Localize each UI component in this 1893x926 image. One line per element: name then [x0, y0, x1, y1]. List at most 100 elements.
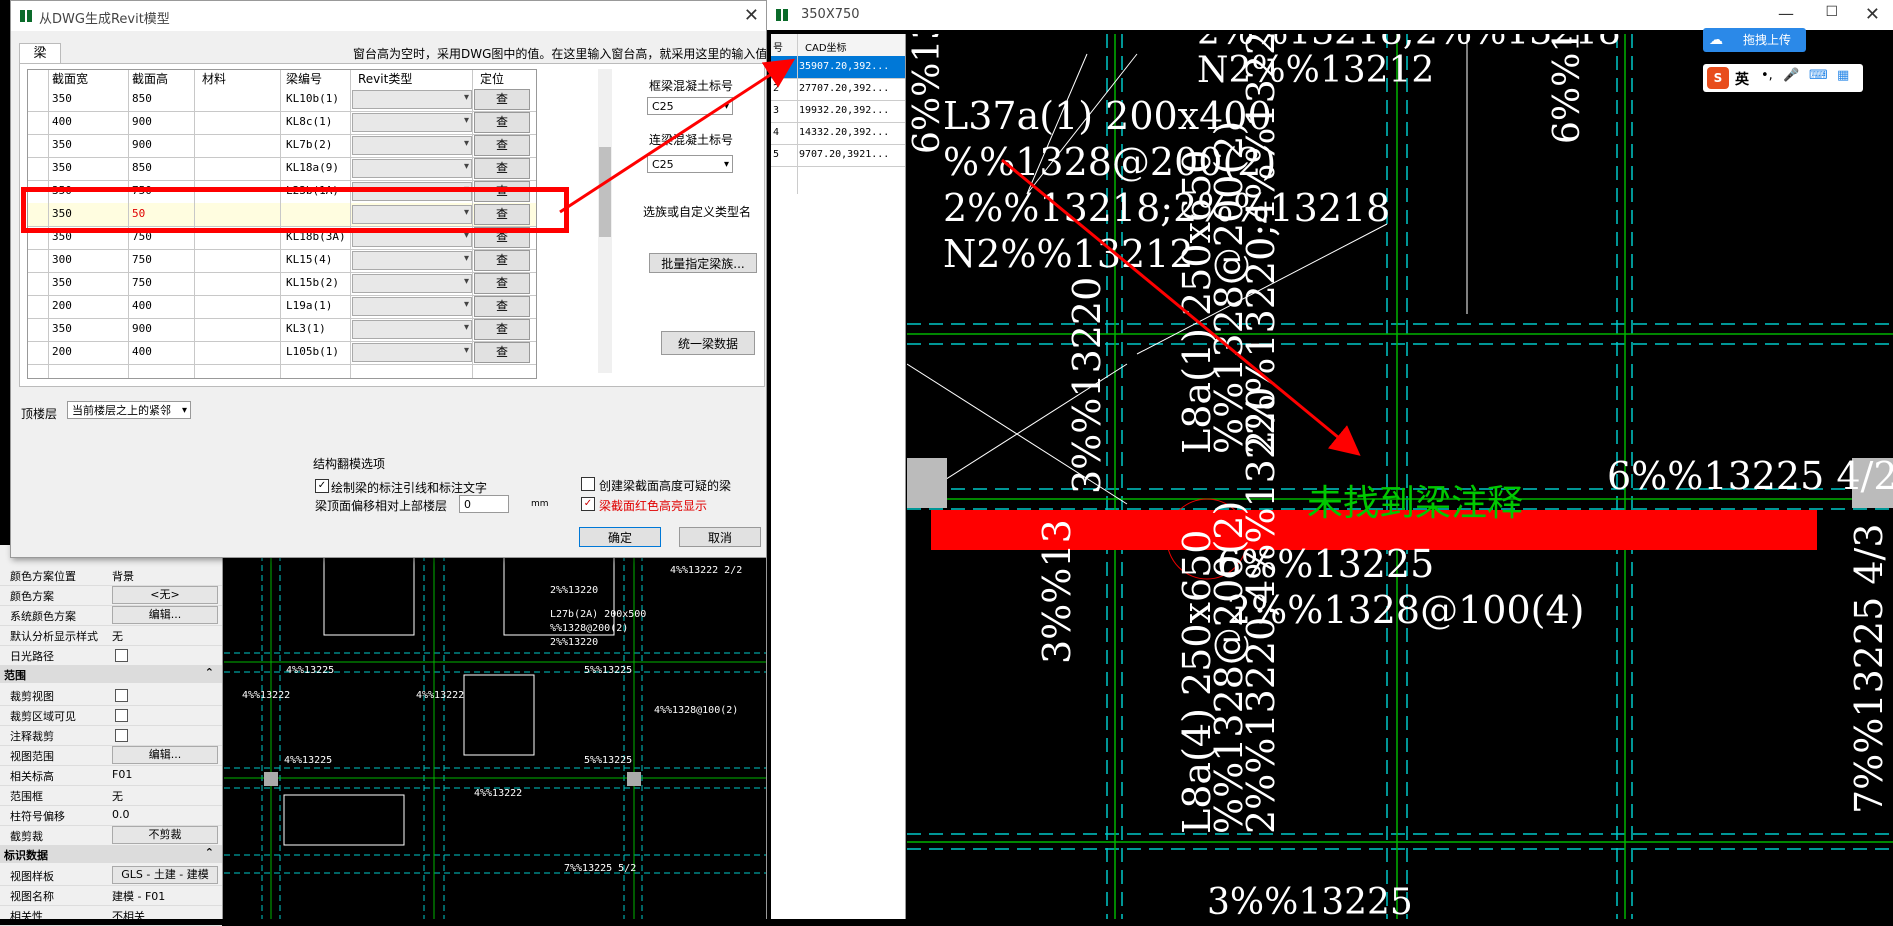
- revit-type-select[interactable]: ▾: [352, 251, 472, 270]
- cell-h[interactable]: 900: [132, 115, 152, 128]
- property-button[interactable]: <无>: [112, 586, 218, 604]
- cell-id[interactable]: KL8c(1): [286, 115, 332, 128]
- batch-assign-family-button[interactable]: 批量指定梁族...: [649, 253, 757, 273]
- property-checkbox[interactable]: [115, 709, 128, 722]
- property-row[interactable]: 相关性 不相关: [0, 905, 222, 926]
- property-row[interactable]: 注释裁剪: [0, 725, 222, 746]
- table-row[interactable]: 400 900 KL8c(1) ▾ 查: [28, 111, 536, 135]
- property-row[interactable]: 颜色方案位置 背景: [0, 565, 222, 586]
- property-row[interactable]: 截剪裁 不剪裁: [0, 825, 222, 846]
- revit-type-select[interactable]: ▾: [352, 343, 472, 362]
- table-row[interactable]: 300 750 KL15(4) ▾ 查: [28, 249, 536, 273]
- coordinate-table[interactable]: 号 CAD坐标 35907.20,392... 2 27707.20,392... 3…: [771, 34, 906, 919]
- revit-type-select[interactable]: ▾: [352, 274, 472, 293]
- locate-button[interactable]: 查: [474, 296, 530, 317]
- cell-w[interactable]: 350: [52, 138, 72, 151]
- collapse-icon[interactable]: ⌃: [205, 846, 214, 859]
- property-button[interactable]: 编辑...: [112, 606, 218, 624]
- background-cad-view[interactable]: 4%%13225 5%%13225 4%%13222 4%%13222 4%%1…: [224, 545, 766, 919]
- top-level-select[interactable]: 当前楼层之上的紧邻 ▾: [67, 401, 191, 419]
- property-button[interactable]: 不剪裁: [112, 826, 218, 844]
- table-row[interactable]: 350 900 KL3(1) ▾ 查: [28, 318, 536, 342]
- property-row[interactable]: 系统颜色方案 编辑...: [0, 605, 222, 626]
- tab-beam[interactable]: 梁: [19, 43, 61, 64]
- revit-type-select[interactable]: ▾: [352, 320, 472, 339]
- cell-id[interactable]: KL15(4): [286, 253, 332, 266]
- cell-id[interactable]: L19a(1): [286, 299, 332, 312]
- cell-id[interactable]: L105b(1): [286, 345, 339, 358]
- table-row[interactable]: 200 400 L19a(1) ▾ 查: [28, 295, 536, 319]
- revit-type-select[interactable]: ▾: [352, 136, 472, 155]
- ime-toolbar[interactable]: S 英 •, 🎤 ⌨ ▦: [1703, 64, 1863, 92]
- cell-w[interactable]: 350: [52, 322, 72, 335]
- offset-input[interactable]: 0: [459, 495, 509, 513]
- revit-type-select[interactable]: ▾: [352, 90, 472, 109]
- property-row[interactable]: 裁剪视图: [0, 685, 222, 706]
- property-row[interactable]: 视图样板 GLS - 土建 - 建模: [0, 865, 222, 886]
- cell-id[interactable]: KL3(1): [286, 322, 326, 335]
- property-row[interactable]: 柱符号偏移 0.0: [0, 805, 222, 826]
- cell-w[interactable]: 400: [52, 115, 72, 128]
- revit-type-select[interactable]: ▾: [352, 297, 472, 316]
- cell-h[interactable]: 750: [132, 253, 152, 266]
- unify-beam-data-button[interactable]: 统一梁数据: [661, 331, 755, 355]
- ime-lang[interactable]: 英: [1735, 69, 1749, 89]
- cancel-button[interactable]: 取消: [679, 527, 761, 547]
- cell-h[interactable]: 900: [132, 138, 152, 151]
- property-checkbox[interactable]: [115, 649, 128, 662]
- property-row[interactable]: 裁剪区域可见: [0, 705, 222, 726]
- property-row[interactable]: 视图范围 编辑...: [0, 745, 222, 766]
- locate-button[interactable]: 查: [474, 158, 530, 179]
- property-row[interactable]: 日光路径: [0, 645, 222, 666]
- frame-concrete-select[interactable]: C25 ▾: [647, 97, 733, 115]
- minimize-icon[interactable]: —: [1778, 4, 1794, 23]
- cell-id[interactable]: KL15b(2): [286, 276, 339, 289]
- coord-row[interactable]: 3 19932.20,392...: [771, 100, 905, 123]
- cell-w[interactable]: 200: [52, 345, 72, 358]
- table-scrollbar[interactable]: [598, 69, 612, 373]
- cell-w[interactable]: 350: [52, 92, 72, 105]
- ok-button[interactable]: 确定: [579, 527, 661, 547]
- link-beam-concrete-select[interactable]: C25 ▾: [647, 155, 733, 173]
- table-row[interactable]: 350 900 KL7b(2) ▾ 查: [28, 134, 536, 158]
- locate-button[interactable]: 查: [474, 135, 530, 156]
- property-row[interactable]: 视图名称 建模 - F01: [0, 885, 222, 906]
- property-row[interactable]: 颜色方案 <无>: [0, 585, 222, 606]
- locate-button[interactable]: 查: [474, 89, 530, 110]
- locate-button[interactable]: 查: [474, 112, 530, 133]
- property-button[interactable]: GLS - 土建 - 建模: [112, 866, 218, 884]
- cell-w[interactable]: 300: [52, 253, 72, 266]
- cell-id[interactable]: KL10b(1): [286, 92, 339, 105]
- cell-w[interactable]: 200: [52, 299, 72, 312]
- table-row[interactable]: 200 400 L105b(1) ▾ 查: [28, 341, 536, 365]
- cad-zoom-view[interactable]: 2%%13218;2%%13218 N2%%13212 L37a(1) 200x…: [907, 34, 1893, 919]
- revit-type-select[interactable]: ▾: [352, 159, 472, 178]
- property-checkbox[interactable]: [115, 689, 128, 702]
- doubtful-beam-checkbox[interactable]: [581, 477, 595, 491]
- coord-row[interactable]: 35907.20,392...: [771, 56, 905, 79]
- locate-button[interactable]: 查: [474, 319, 530, 340]
- cell-h[interactable]: 400: [132, 299, 152, 312]
- cell-h[interactable]: 400: [132, 345, 152, 358]
- property-section[interactable]: 范围 ⌃: [0, 665, 222, 683]
- coord-row[interactable]: 2 27707.20,392...: [771, 78, 905, 101]
- coord-row[interactable]: 5 9707.20,3921...: [771, 144, 905, 167]
- property-row[interactable]: 默认分析显示样式 无: [0, 625, 222, 646]
- locate-button[interactable]: 查: [474, 342, 530, 363]
- drag-upload-button[interactable]: ☁ 拖拽上传: [1703, 28, 1806, 52]
- cell-w[interactable]: 350: [52, 161, 72, 174]
- property-checkbox[interactable]: [115, 729, 128, 742]
- cell-h[interactable]: 750: [132, 276, 152, 289]
- property-row[interactable]: 范围框 无: [0, 785, 222, 806]
- cell-id[interactable]: KL18a(9): [286, 161, 339, 174]
- close-icon[interactable]: ✕: [744, 5, 759, 26]
- cell-h[interactable]: 850: [132, 161, 152, 174]
- table-row[interactable]: 350 750 KL15b(2) ▾ 查: [28, 272, 536, 296]
- coord-row[interactable]: 4 14332.20,392...: [771, 122, 905, 145]
- property-button[interactable]: 编辑...: [112, 746, 218, 764]
- revit-type-select[interactable]: ▾: [352, 113, 472, 132]
- cell-h[interactable]: 900: [132, 322, 152, 335]
- grid-icon[interactable]: ▦: [1837, 68, 1849, 83]
- microphone-icon[interactable]: 🎤: [1783, 68, 1799, 83]
- keyboard-icon[interactable]: ⌨: [1809, 68, 1828, 83]
